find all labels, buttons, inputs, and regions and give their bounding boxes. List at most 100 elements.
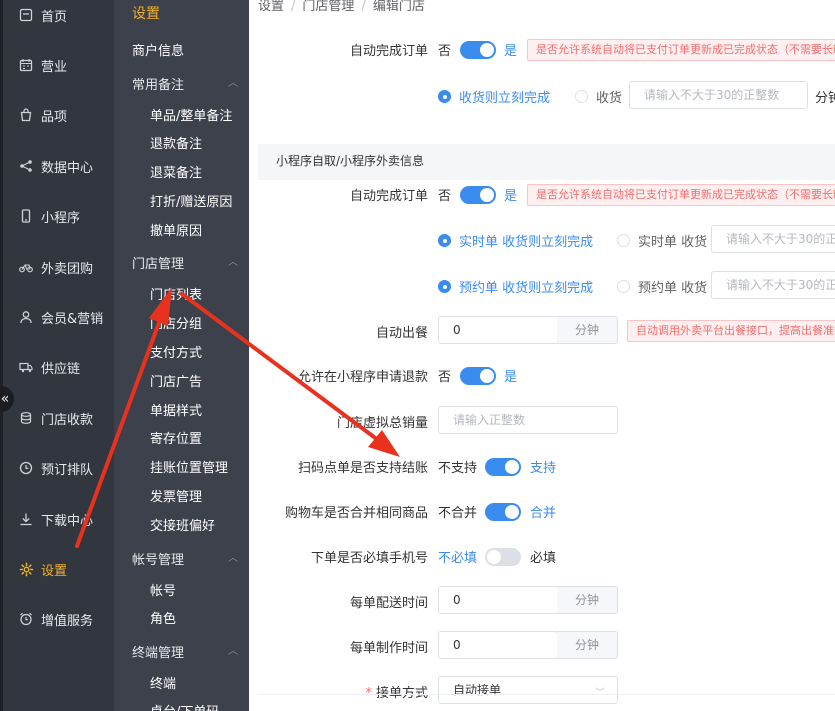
nav-supply-chain-label: 供应链: [41, 361, 81, 377]
nav-data-center-label: 数据中心: [41, 160, 94, 176]
nav-download-label: 下载中心: [41, 513, 94, 529]
submenu-item-store-list[interactable]: 门店列表: [150, 284, 202, 303]
submenu-group-account[interactable]: 帐号管理 ︿: [132, 549, 238, 568]
radio-reserve-now[interactable]: 预约单 收货则立刻完成: [438, 277, 593, 296]
realtime-minutes-input[interactable]: 请输入不大于30的正整数: [711, 225, 835, 253]
breadcrumb-edit-store: 编辑门店: [372, 0, 425, 14]
submenu-item-cancel-reason[interactable]: 撤单原因: [150, 220, 202, 239]
nav-reservation[interactable]: 预订排队: [18, 456, 93, 480]
submenu-item-role[interactable]: 角色: [150, 608, 176, 627]
breadcrumb-store-management[interactable]: 门店管理: [302, 0, 354, 14]
nav-data-center[interactable]: 数据中心: [18, 154, 93, 178]
nav-business[interactable]: 营业: [18, 53, 67, 77]
accept-mode-label: *接单方式: [365, 682, 428, 701]
clock-icon: [18, 460, 34, 476]
reserve-minutes-input[interactable]: 请输入不大于30的正整数: [711, 271, 835, 299]
accept-mode-select[interactable]: 自动接单: [438, 676, 618, 704]
merge-switch[interactable]: [485, 503, 521, 521]
radio-realtime-delay-label: 实时单 收货: [638, 235, 708, 250]
nav-value-added[interactable]: 增值服务: [18, 607, 93, 631]
nav-mini-program[interactable]: 小程序: [18, 204, 80, 228]
submenu-merchant-info[interactable]: 商户信息: [132, 40, 184, 59]
delivery-time-input[interactable]: 0: [438, 586, 558, 614]
mp-auto-complete-alert: 是否允许系统自动将已支付订单更新成已完成状态（不需要长时间: [527, 184, 835, 206]
radio-reserve-delay-label: 预约单 收货: [638, 281, 708, 296]
nav-business-label: 营业: [41, 59, 68, 75]
mp-auto-complete-label: 自动完成订单: [349, 189, 428, 204]
virtual-sales-input[interactable]: 请输入正整数: [438, 406, 618, 434]
radio-reserve-delay[interactable]: 预约单 收货: [617, 277, 707, 296]
radio-receive-now[interactable]: 收货则立刻完成: [438, 87, 550, 106]
scan-pay-switch[interactable]: [485, 458, 521, 476]
download-icon: [18, 511, 34, 527]
auto-complete-label: 自动完成订单: [349, 44, 428, 59]
submenu-item-discount-reason[interactable]: 打折/赠送原因: [150, 191, 232, 210]
submenu-item-return-remark[interactable]: 退菜备注: [150, 162, 202, 181]
delivery-time-label: 每单配送时间: [349, 596, 428, 611]
submenu-item-payment-method[interactable]: 支付方式: [150, 342, 202, 361]
submenu-group-remarks[interactable]: 常用备注 ︿: [132, 74, 238, 93]
refund-no: 否: [438, 370, 452, 385]
nav-supply-chain[interactable]: 供应链: [18, 355, 80, 379]
auto-complete-no: 否: [438, 44, 452, 59]
submenu-group-store[interactable]: 门店管理 ︿: [132, 253, 238, 272]
chevron-up-icon: ︿: [228, 78, 238, 89]
nav-takeout[interactable]: 外卖团购: [18, 255, 93, 279]
mp-auto-complete-no: 否: [438, 189, 452, 204]
chevron-down-icon: ﹀: [595, 684, 605, 699]
nav-items[interactable]: 品项: [18, 103, 67, 127]
nav-mini-program-label: 小程序: [41, 210, 81, 226]
submenu-item-table-code[interactable]: 桌台/下单码: [150, 701, 219, 711]
make-time-input[interactable]: 0: [438, 631, 558, 659]
home-icon: [18, 7, 34, 23]
nav-settings[interactable]: 设置: [18, 557, 67, 581]
submenu-item-store-group[interactable]: 门店分组: [150, 313, 202, 332]
nav-takeout-label: 外卖团购: [41, 261, 94, 277]
make-time-label: 每单制作时间: [349, 641, 428, 656]
virtual-sales-label: 门店虚拟总销量: [336, 416, 428, 431]
auto-meal-label: 自动出餐: [375, 326, 428, 341]
submenu-item-remark[interactable]: 单品/整单备注: [150, 105, 232, 124]
section-header: 小程序自取/小程序外卖信息: [258, 144, 835, 180]
radio-receive-now-label: 收货则立刻完成: [459, 91, 551, 106]
scan-pay-off-text: 不支持: [438, 461, 478, 476]
submenu-item-invoice[interactable]: 发票管理: [150, 486, 202, 505]
radio-receive-delay-label: 收货: [596, 91, 623, 106]
auto-complete-alert: 是否允许系统自动将已支付订单更新成已完成状态（不需要长时间: [527, 39, 835, 61]
receive-minutes-input[interactable]: 请输入不大于30的正整数: [629, 81, 808, 109]
nav-member[interactable]: 会员&营销: [18, 305, 103, 329]
nav-value-added-label: 增值服务: [41, 613, 94, 629]
submenu-item-receipt-style[interactable]: 单据样式: [150, 400, 202, 419]
refund-switch[interactable]: [460, 367, 496, 385]
refund-label: 允许在小程序申请退款: [297, 370, 428, 385]
breadcrumb-settings[interactable]: 设置: [258, 0, 284, 14]
primary-sidebar: 首页 营业 品项 数据中心 小程序 外卖团购 会员&营销 供应链 门店收款 预订…: [0, 0, 114, 711]
phone-required-text: 必填: [530, 551, 557, 566]
submenu-group-store-label: 门店管理: [132, 257, 185, 272]
mp-auto-complete-switch[interactable]: [460, 186, 496, 204]
submenu-item-terminal[interactable]: 终端: [150, 673, 176, 692]
radio-reserve-now-label: 预约单 收货则立刻完成: [459, 281, 594, 296]
auto-meal-input[interactable]: 0: [438, 316, 558, 344]
nav-store-payment[interactable]: 门店收款: [18, 406, 93, 430]
gear-icon: [18, 561, 34, 577]
phone-not-required-text: 不必填: [438, 551, 478, 566]
radio-realtime-delay[interactable]: 实时单 收货: [617, 231, 707, 250]
auto-complete-switch[interactable]: [460, 41, 496, 59]
nav-home[interactable]: 首页: [18, 3, 67, 27]
nav-download[interactable]: 下载中心: [18, 507, 93, 531]
radio-receive-delay[interactable]: 收货: [575, 87, 622, 106]
submenu-item-account[interactable]: 帐号: [150, 580, 176, 599]
submenu-item-storage-location[interactable]: 寄存位置: [150, 428, 202, 447]
submenu-item-store-ads[interactable]: 门店广告: [150, 371, 202, 390]
submenu-item-shift-pref[interactable]: 交接班偏好: [150, 515, 215, 534]
scan-pay-label: 扫码点单是否支持结账: [297, 461, 428, 476]
bag-icon: [18, 107, 34, 123]
submenu-item-credit-location[interactable]: 挂账位置管理: [150, 457, 228, 476]
phone-required-switch[interactable]: [485, 548, 521, 566]
submenu-group-terminal[interactable]: 终端管理 ︿: [132, 642, 238, 661]
submenu-item-refund-remark[interactable]: 退款备注: [150, 133, 202, 152]
radio-realtime-now[interactable]: 实时单 收货则立刻完成: [438, 231, 593, 250]
scan-pay-on-text: 支持: [530, 461, 557, 476]
auto-meal-unit: 分钟: [557, 316, 618, 344]
